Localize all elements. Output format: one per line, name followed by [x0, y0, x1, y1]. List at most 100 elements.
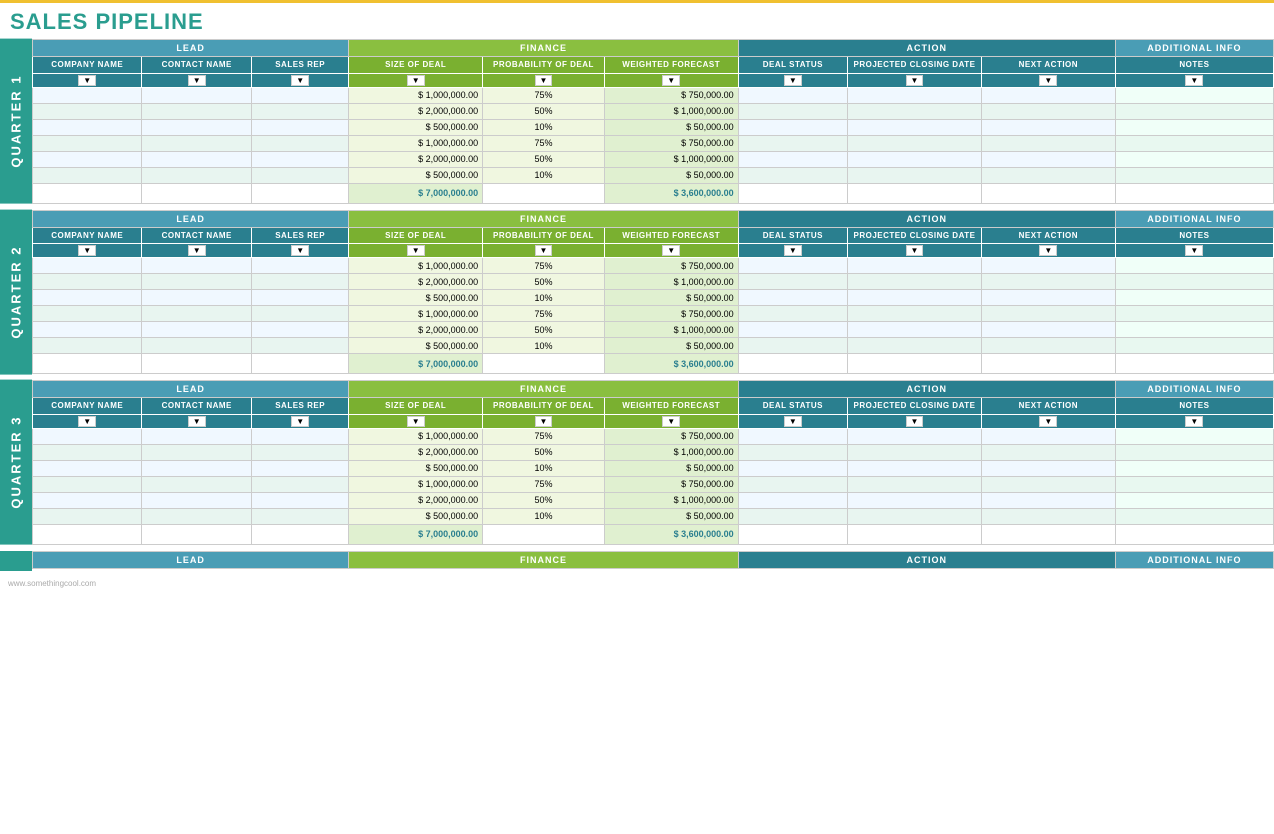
dropdown-cell-5[interactable]: ▼ — [604, 73, 738, 87]
dropdown-cell-3[interactable]: ▼ — [349, 244, 483, 258]
dropdown-row[interactable]: ▼ ▼ ▼ ▼ ▼ ▼ ▼ ▼ ▼ ▼ — [33, 73, 1274, 87]
size-of-deal-cell: $ 1,000,000.00 — [349, 476, 483, 492]
sales-rep-cell — [251, 119, 348, 135]
dropdown-cell-4[interactable]: ▼ — [483, 414, 605, 428]
dropdown-btn-0[interactable]: ▼ — [78, 416, 96, 427]
dropdown-btn-3[interactable]: ▼ — [407, 75, 425, 86]
dropdown-btn-0[interactable]: ▼ — [78, 75, 96, 86]
dropdown-btn-8[interactable]: ▼ — [1039, 75, 1057, 86]
contact-name-cell — [142, 258, 251, 274]
probability-cell: 50% — [483, 274, 605, 290]
company-name-cell — [33, 444, 142, 460]
dropdown-btn-7[interactable]: ▼ — [906, 75, 924, 86]
weighted-forecast-cell: $ 750,000.00 — [604, 306, 738, 322]
deal-status-cell — [738, 322, 847, 338]
dropdown-cell-2[interactable]: ▼ — [251, 244, 348, 258]
dropdown-cell-0[interactable]: ▼ — [33, 244, 142, 258]
next-action-cell — [981, 119, 1115, 135]
dropdown-btn-2[interactable]: ▼ — [291, 75, 309, 86]
dropdown-cell-7[interactable]: ▼ — [848, 73, 982, 87]
next-action-cell — [981, 167, 1115, 183]
dropdown-row[interactable]: ▼ ▼ ▼ ▼ ▼ ▼ ▼ ▼ ▼ ▼ — [33, 244, 1274, 258]
dropdown-btn-7[interactable]: ▼ — [906, 416, 924, 427]
probability-cell: 75% — [483, 135, 605, 151]
probability-cell: 10% — [483, 167, 605, 183]
deal-status-cell — [738, 274, 847, 290]
dropdown-btn-1[interactable]: ▼ — [188, 75, 206, 86]
dropdown-btn-1[interactable]: ▼ — [188, 245, 206, 256]
dropdown-cell-8[interactable]: ▼ — [981, 73, 1115, 87]
dropdown-cell-1[interactable]: ▼ — [142, 73, 251, 87]
dropdown-btn-8[interactable]: ▼ — [1039, 245, 1057, 256]
company-name-cell — [33, 322, 142, 338]
sub-header-row: COMPANY NAMECONTACT NAMESALES REPSIZE OF… — [33, 227, 1274, 244]
sales-rep-cell — [251, 444, 348, 460]
dropdown-btn-7[interactable]: ▼ — [906, 245, 924, 256]
total-cell-3: $ 7,000,000.00 — [349, 354, 483, 374]
dropdown-cell-8[interactable]: ▼ — [981, 414, 1115, 428]
deal-status-cell — [738, 338, 847, 354]
dropdown-btn-3[interactable]: ▼ — [407, 245, 425, 256]
dropdown-cell-2[interactable]: ▼ — [251, 73, 348, 87]
projected-closing-date-cell — [848, 167, 982, 183]
dropdown-btn-6[interactable]: ▼ — [784, 245, 802, 256]
dropdown-btn-9[interactable]: ▼ — [1185, 416, 1203, 427]
dropdown-cell-0[interactable]: ▼ — [33, 414, 142, 428]
sub-header-7: PROJECTED CLOSING DATE — [848, 227, 982, 244]
sales-rep-cell — [251, 508, 348, 524]
contact-name-cell — [142, 322, 251, 338]
dropdown-cell-5[interactable]: ▼ — [604, 244, 738, 258]
dropdown-btn-1[interactable]: ▼ — [188, 416, 206, 427]
quarter-label: QUARTER 3 — [0, 380, 32, 545]
dropdown-cell-1[interactable]: ▼ — [142, 244, 251, 258]
sales-rep-cell — [251, 167, 348, 183]
dropdown-btn-5[interactable]: ▼ — [662, 245, 680, 256]
dropdown-cell-0[interactable]: ▼ — [33, 73, 142, 87]
dropdown-btn-6[interactable]: ▼ — [784, 75, 802, 86]
dropdown-cell-6[interactable]: ▼ — [738, 414, 847, 428]
dropdown-btn-4[interactable]: ▼ — [535, 245, 553, 256]
dropdown-btn-4[interactable]: ▼ — [535, 416, 553, 427]
notes-cell — [1115, 322, 1273, 338]
dropdown-cell-6[interactable]: ▼ — [738, 244, 847, 258]
dropdown-btn-3[interactable]: ▼ — [407, 416, 425, 427]
dropdown-cell-7[interactable]: ▼ — [848, 414, 982, 428]
dropdown-cell-7[interactable]: ▼ — [848, 244, 982, 258]
dropdown-cell-1[interactable]: ▼ — [142, 414, 251, 428]
notes-cell — [1115, 444, 1273, 460]
dropdown-btn-2[interactable]: ▼ — [291, 245, 309, 256]
dropdown-cell-9[interactable]: ▼ — [1115, 414, 1273, 428]
dropdown-cell-3[interactable]: ▼ — [349, 414, 483, 428]
dropdown-btn-9[interactable]: ▼ — [1185, 245, 1203, 256]
probability-cell: 75% — [483, 428, 605, 444]
dropdown-btn-0[interactable]: ▼ — [78, 245, 96, 256]
probability-cell: 50% — [483, 322, 605, 338]
dropdown-btn-2[interactable]: ▼ — [291, 416, 309, 427]
sub-header-9: NOTES — [1115, 398, 1273, 415]
dropdown-cell-2[interactable]: ▼ — [251, 414, 348, 428]
dropdown-cell-3[interactable]: ▼ — [349, 73, 483, 87]
dropdown-btn-5[interactable]: ▼ — [662, 75, 680, 86]
company-name-cell — [33, 508, 142, 524]
table-row: $ 1,000,000.0075%$ 750,000.00 — [33, 476, 1274, 492]
dropdown-btn-6[interactable]: ▼ — [784, 416, 802, 427]
total-cell-1 — [142, 183, 251, 203]
dropdown-btn-4[interactable]: ▼ — [535, 75, 553, 86]
dropdown-cell-8[interactable]: ▼ — [981, 244, 1115, 258]
dropdown-cell-6[interactable]: ▼ — [738, 73, 847, 87]
next-action-cell — [981, 338, 1115, 354]
dropdown-cell-5[interactable]: ▼ — [604, 414, 738, 428]
dropdown-row[interactable]: ▼ ▼ ▼ ▼ ▼ ▼ ▼ ▼ ▼ ▼ — [33, 414, 1274, 428]
dropdown-cell-9[interactable]: ▼ — [1115, 244, 1273, 258]
dropdown-btn-5[interactable]: ▼ — [662, 416, 680, 427]
dropdown-btn-8[interactable]: ▼ — [1039, 416, 1057, 427]
dropdown-cell-4[interactable]: ▼ — [483, 244, 605, 258]
sub-header-5: WEIGHTED FORECAST — [604, 57, 738, 74]
dropdown-cell-9[interactable]: ▼ — [1115, 73, 1273, 87]
dropdown-btn-9[interactable]: ▼ — [1185, 75, 1203, 86]
notes-cell — [1115, 103, 1273, 119]
next-action-cell — [981, 306, 1115, 322]
sub-header-7: PROJECTED CLOSING DATE — [848, 57, 982, 74]
weighted-forecast-cell: $ 1,000,000.00 — [604, 492, 738, 508]
dropdown-cell-4[interactable]: ▼ — [483, 73, 605, 87]
